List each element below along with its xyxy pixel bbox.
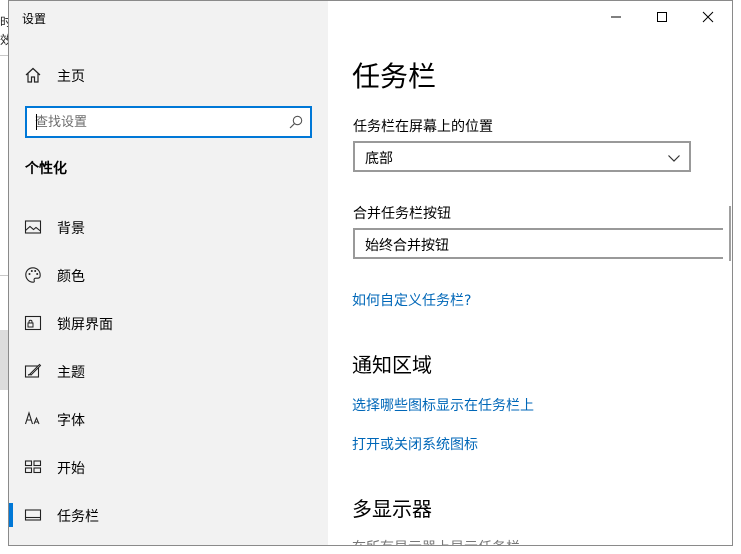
palette-icon (24, 266, 42, 284)
combine-label: 合并任务栏按钮 (353, 206, 451, 222)
minimize-icon (611, 16, 621, 18)
close-button[interactable] (685, 1, 731, 33)
sidebar-item-label: 背景 (57, 221, 85, 237)
maximize-icon (657, 12, 667, 22)
sidebar-item-home[interactable]: 主页 (9, 57, 328, 93)
background-text-fragment: 时 (0, 15, 8, 29)
position-label: 任务栏在屏幕上的位置 (353, 119, 493, 135)
theme-icon (24, 362, 42, 380)
system-icons-toggle-link[interactable]: 打开或关闭系统图标 (352, 434, 478, 454)
notification-area-heading: 通知区域 (352, 353, 432, 377)
section-title: 个性化 (25, 161, 67, 177)
settings-window: 设置 主页 个性化 背景 颜色 (8, 0, 733, 546)
position-dropdown[interactable]: 底部 (353, 141, 691, 172)
search-box[interactable] (25, 106, 312, 138)
maximize-button[interactable] (639, 1, 685, 33)
sidebar: 设置 主页 个性化 背景 颜色 (9, 1, 328, 545)
minimize-button[interactable] (593, 1, 639, 33)
background-divider (0, 55, 8, 56)
sidebar-item-label: 开始 (57, 461, 85, 477)
select-taskbar-icons-link[interactable]: 选择哪些图标显示在任务栏上 (352, 395, 534, 415)
sidebar-item-lock-screen[interactable]: 锁屏界面 (9, 303, 328, 343)
sidebar-item-label: 主页 (57, 69, 85, 85)
sidebar-item-label: 锁屏界面 (57, 317, 113, 333)
page-title: 任务栏 (352, 60, 437, 93)
main-content: 任务栏 任务栏在屏幕上的位置 底部 合并任务栏按钮 始终合并按钮 如何自定义任务… (328, 1, 732, 545)
font-icon (24, 410, 42, 428)
chevron-down-icon (667, 150, 681, 164)
sidebar-item-label: 主题 (57, 365, 85, 381)
combine-dropdown[interactable]: 始终合并按钮 (353, 228, 723, 259)
background-window: 时 效 (0, 0, 8, 554)
scrollbar[interactable] (729, 206, 731, 261)
dropdown-value: 始终合并按钮 (365, 238, 449, 254)
customize-taskbar-link[interactable]: 如何自定义任务栏? (352, 290, 471, 310)
text-caret (36, 114, 37, 130)
sidebar-item-fonts[interactable]: 字体 (9, 399, 328, 439)
background-divider (0, 275, 8, 276)
search-input[interactable] (35, 108, 283, 136)
sidebar-item-start[interactable]: 开始 (9, 447, 328, 487)
sidebar-item-label: 任务栏 (57, 509, 99, 525)
sidebar-item-label: 颜色 (57, 269, 85, 285)
sidebar-item-taskbar[interactable]: 任务栏 (9, 495, 328, 535)
close-icon (702, 11, 714, 23)
sidebar-item-label: 字体 (57, 413, 85, 429)
picture-icon (24, 218, 42, 236)
sidebar-item-background[interactable]: 背景 (9, 207, 328, 247)
sidebar-item-colors[interactable]: 颜色 (9, 255, 328, 295)
home-icon (24, 66, 42, 84)
dropdown-value: 底部 (365, 151, 393, 167)
taskbar-icon (24, 506, 42, 524)
background-text-fragment: 效 (0, 33, 8, 47)
app-title: 设置 (22, 12, 47, 26)
search-icon[interactable] (288, 114, 304, 130)
start-icon (24, 458, 42, 476)
multiple-displays-heading: 多显示器 (352, 497, 432, 521)
multi-display-option-text: 在所有显示器上显示任务栏 (352, 537, 520, 545)
lock-screen-icon (24, 314, 42, 332)
background-panel (0, 330, 8, 390)
sidebar-item-themes[interactable]: 主题 (9, 351, 328, 391)
